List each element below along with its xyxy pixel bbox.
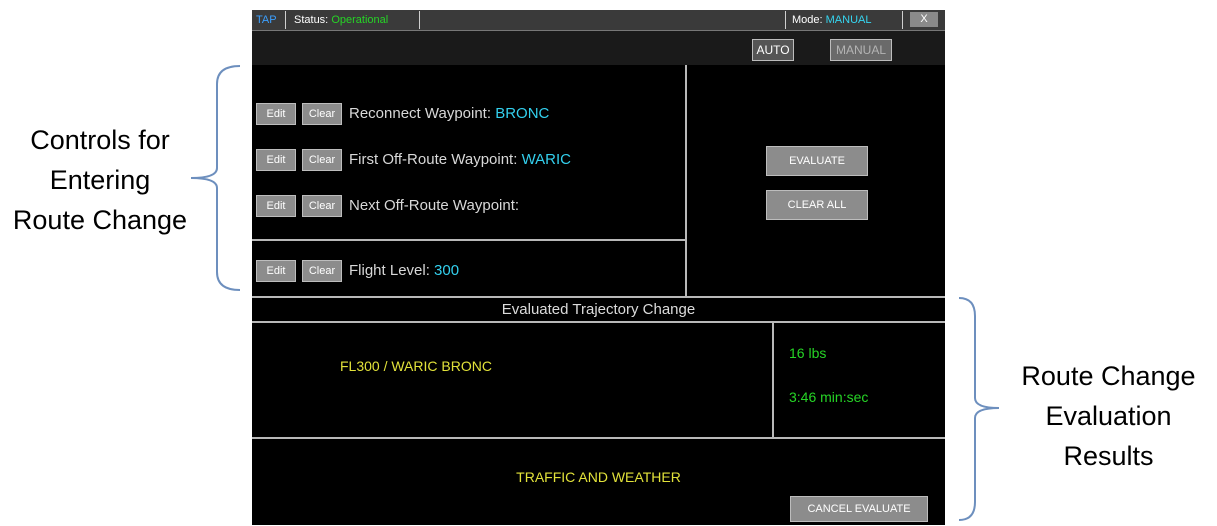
status-label: Status: xyxy=(294,14,329,26)
mode-toolbar: AUTO MANUAL xyxy=(252,31,945,65)
divider xyxy=(285,11,286,29)
divider xyxy=(685,65,687,298)
status-value: Operational xyxy=(331,14,389,26)
annotation-controls: Controls for Entering Route Change xyxy=(0,120,200,240)
field-label: Next Off-Route Waypoint: xyxy=(349,197,520,214)
field-label: Reconnect Waypoint: xyxy=(349,105,492,122)
evaluate-button[interactable]: EVALUATE xyxy=(766,146,868,176)
route-summary: FL300 / WARIC BRONC xyxy=(340,358,492,374)
annotation-line: Route Change xyxy=(12,205,188,235)
fuel-result: 16 lbs xyxy=(789,345,827,361)
divider xyxy=(252,437,945,439)
mode-indicator: Mode: MANUAL xyxy=(792,10,871,30)
divider xyxy=(772,323,774,438)
annotation-line: Results xyxy=(1063,441,1154,471)
edit-button[interactable]: Edit xyxy=(256,260,296,282)
edit-button[interactable]: Edit xyxy=(256,103,296,125)
field-label: First Off-Route Waypoint: xyxy=(349,151,518,168)
clear-button[interactable]: Clear xyxy=(302,149,342,171)
annotation-line: Controls for xyxy=(30,125,170,155)
edit-button[interactable]: Edit xyxy=(256,149,296,171)
edit-button[interactable]: Edit xyxy=(256,195,296,217)
left-brace xyxy=(190,65,241,291)
clear-button[interactable]: Clear xyxy=(302,103,342,125)
row-label: First Off-Route Waypoint: WARIC xyxy=(349,149,571,171)
close-button[interactable]: X xyxy=(910,12,938,27)
manual-button[interactable]: MANUAL xyxy=(830,39,892,61)
field-value: BRONC xyxy=(495,105,550,122)
right-brace xyxy=(958,297,1000,521)
field-label: Flight Level: xyxy=(349,262,430,279)
annotation-line: Entering xyxy=(49,165,151,195)
clear-button[interactable]: Clear xyxy=(302,195,342,217)
field-value: 300 xyxy=(434,262,460,279)
clear-all-button[interactable]: CLEAR ALL xyxy=(766,190,868,220)
divider xyxy=(419,11,420,29)
mode-label: Mode: xyxy=(792,14,823,26)
divider xyxy=(252,239,685,241)
annotation-line: Evaluation xyxy=(1045,401,1172,431)
row-label: Next Off-Route Waypoint: xyxy=(349,195,519,217)
title-bar: TAP Status: Operational Mode: MANUAL X xyxy=(252,10,945,31)
clear-button[interactable]: Clear xyxy=(302,260,342,282)
row-label: Flight Level: 300 xyxy=(349,260,459,282)
mode-value: MANUAL xyxy=(825,14,872,26)
advisory-text: TRAFFIC AND WEATHER xyxy=(516,469,681,485)
row-label: Reconnect Waypoint: BRONC xyxy=(349,103,549,125)
status-indicator: Status: Operational xyxy=(294,10,388,30)
cancel-evaluate-button[interactable]: CANCEL EVALUATE xyxy=(790,496,928,522)
tap-panel: TAP Status: Operational Mode: MANUAL X A… xyxy=(252,10,945,525)
results-title: Evaluated Trajectory Change xyxy=(501,301,696,318)
divider xyxy=(785,11,786,29)
field-value: WARIC xyxy=(521,151,572,168)
annotation-line: Route Change xyxy=(1021,361,1196,391)
app-name: TAP xyxy=(256,14,277,26)
time-result: 3:46 min:sec xyxy=(789,389,869,405)
divider xyxy=(902,11,903,29)
annotation-results: Route Change Evaluation Results xyxy=(1000,356,1217,476)
auto-button[interactable]: AUTO xyxy=(752,39,794,61)
